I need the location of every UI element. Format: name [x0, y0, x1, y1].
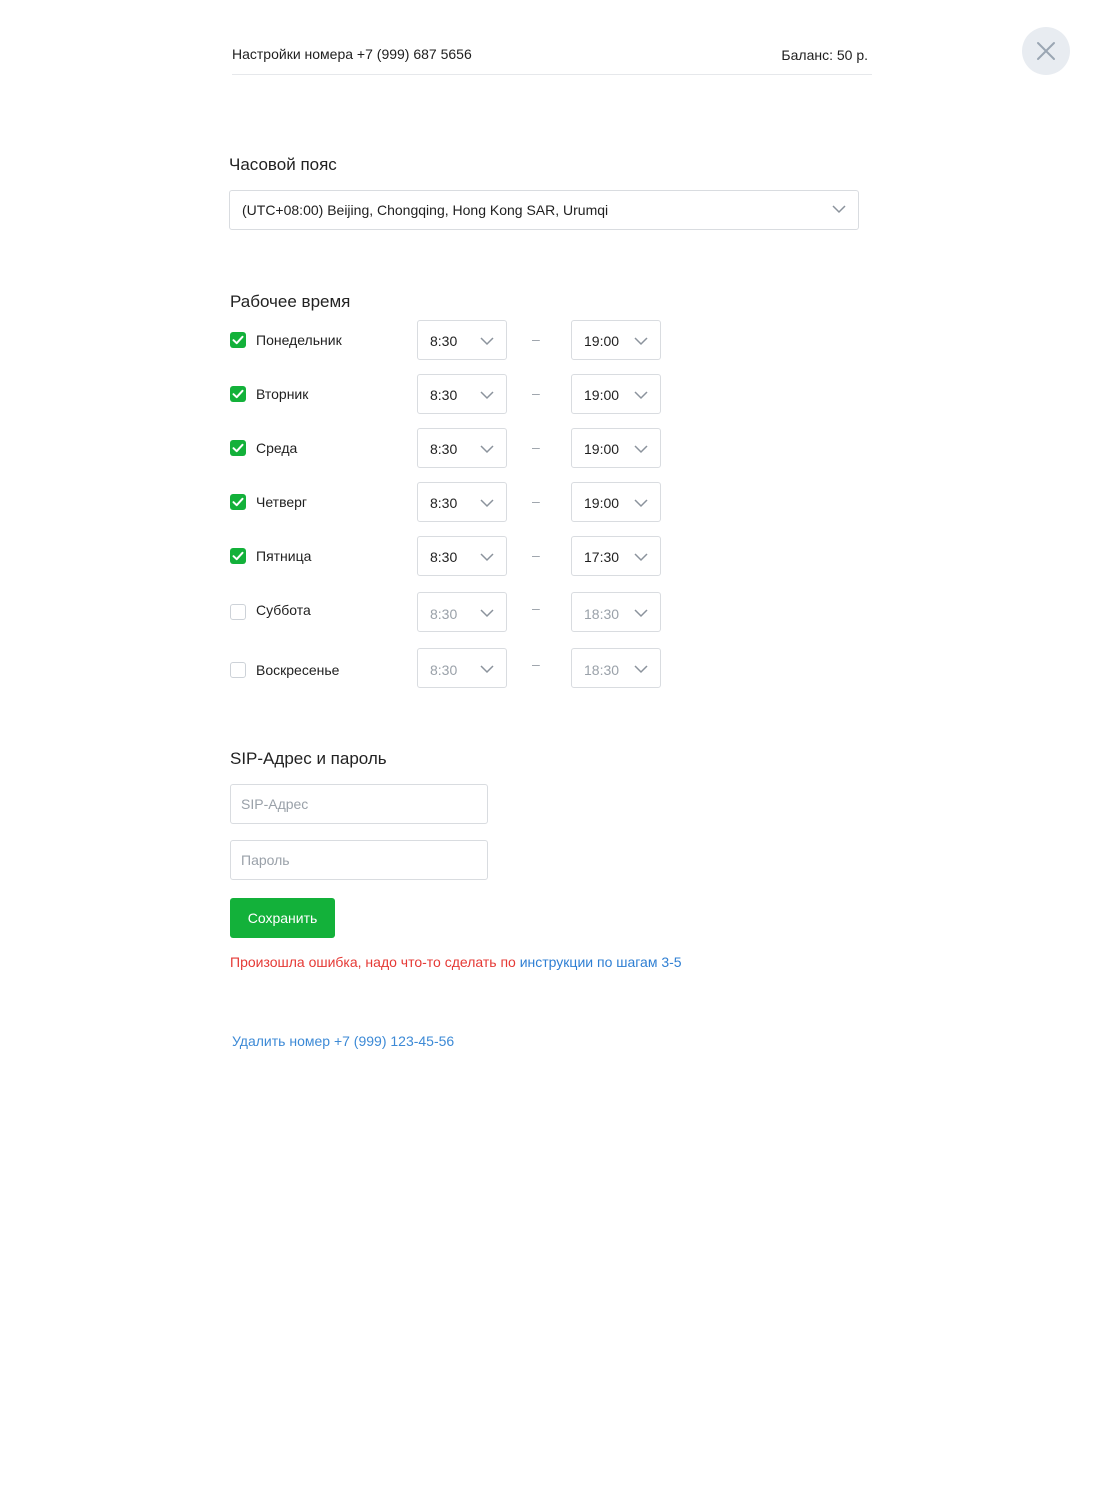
chevron-down-icon — [480, 553, 494, 562]
time-separator: – — [532, 547, 540, 563]
chevron-down-icon — [634, 391, 648, 400]
close-icon — [1037, 42, 1055, 60]
day-row: Воскресенье 8:30 – 18:30 — [230, 648, 670, 688]
time-from-select[interactable]: 8:30 — [417, 482, 507, 522]
error-text: Произошла ошибка, надо что-то сделать по — [230, 954, 520, 970]
check-icon — [232, 497, 244, 507]
sip-address-input[interactable] — [230, 784, 488, 824]
day-label: Среда — [256, 440, 298, 456]
error-message: Произошла ошибка, надо что-то сделать по… — [230, 954, 682, 970]
time-to-value: 18:30 — [584, 662, 620, 678]
sip-title: SIP-Адрес и пароль — [230, 749, 387, 768]
day-label: Воскресенье — [256, 662, 340, 678]
time-from-select[interactable]: 8:30 — [417, 592, 507, 632]
day-row: Вторник 8:30 – 19:00 — [230, 374, 670, 414]
time-to-select[interactable]: 19:00 — [571, 374, 661, 414]
time-from-select[interactable]: 8:30 — [417, 320, 507, 360]
day-label: Пятница — [256, 548, 312, 564]
time-from-select[interactable]: 8:30 — [417, 536, 507, 576]
working-hours-title: Рабочее время — [230, 292, 351, 311]
time-to-select[interactable]: 18:30 — [571, 648, 661, 688]
save-button[interactable]: Сохранить — [230, 898, 335, 938]
day-row: Понедельник 8:30 – 19:00 — [230, 320, 670, 360]
chevron-down-icon — [634, 337, 648, 346]
time-from-value: 8:30 — [430, 662, 458, 678]
password-input[interactable] — [230, 840, 488, 880]
day-checkbox[interactable] — [230, 332, 246, 348]
balance-label: Баланс: 50 р. — [781, 47, 868, 63]
day-row: Пятница 8:30 – 17:30 — [230, 536, 670, 576]
check-icon — [232, 335, 244, 345]
time-separator: – — [532, 493, 540, 509]
check-icon — [232, 389, 244, 399]
time-to-value: 19:00 — [584, 495, 620, 511]
close-button[interactable] — [1022, 27, 1070, 75]
page-title: Настройки номера +7 (999) 687 5656 — [232, 46, 472, 62]
time-to-value: 19:00 — [584, 387, 620, 403]
time-from-select[interactable]: 8:30 — [417, 648, 507, 688]
time-to-value: 19:00 — [584, 333, 620, 349]
time-from-select[interactable]: 8:30 — [417, 428, 507, 468]
time-from-value: 8:30 — [430, 495, 458, 511]
chevron-down-icon — [634, 445, 648, 454]
time-to-select[interactable]: 19:00 — [571, 428, 661, 468]
chevron-down-icon — [480, 665, 494, 674]
chevron-down-icon — [634, 609, 648, 618]
day-label: Вторник — [256, 386, 309, 402]
check-icon — [232, 551, 244, 561]
timezone-value: (UTC+08:00) Beijing, Chongqing, Hong Kon… — [242, 202, 609, 218]
day-row: Среда 8:30 – 19:00 — [230, 428, 670, 468]
time-separator: – — [532, 385, 540, 401]
day-checkbox[interactable] — [230, 548, 246, 564]
time-to-select[interactable]: 18:30 — [571, 592, 661, 632]
chevron-down-icon — [480, 609, 494, 618]
time-from-value: 8:30 — [430, 333, 458, 349]
time-separator: – — [532, 439, 540, 455]
page-header: Настройки номера +7 (999) 687 5656 Балан… — [232, 36, 872, 75]
day-label: Понедельник — [256, 332, 342, 348]
chevron-down-icon — [634, 665, 648, 674]
day-checkbox[interactable] — [230, 386, 246, 402]
instructions-link[interactable]: инструкции по шагам 3-5 — [520, 954, 682, 970]
time-to-value: 17:30 — [584, 549, 620, 565]
day-checkbox[interactable] — [230, 662, 246, 678]
time-from-value: 8:30 — [430, 387, 458, 403]
day-label: Четверг — [256, 494, 308, 510]
time-from-value: 8:30 — [430, 606, 458, 622]
chevron-down-icon — [634, 499, 648, 508]
time-to-select[interactable]: 17:30 — [571, 536, 661, 576]
day-checkbox[interactable] — [230, 494, 246, 510]
time-to-value: 19:00 — [584, 441, 620, 457]
time-to-value: 18:30 — [584, 606, 620, 622]
time-separator: – — [532, 600, 540, 616]
chevron-down-icon — [480, 391, 494, 400]
timezone-title: Часовой пояс — [229, 155, 337, 174]
time-separator: – — [532, 656, 540, 672]
time-from-value: 8:30 — [430, 441, 458, 457]
check-icon — [232, 443, 244, 453]
time-separator: – — [532, 331, 540, 347]
chevron-down-icon — [480, 337, 494, 346]
time-to-select[interactable]: 19:00 — [571, 482, 661, 522]
day-checkbox[interactable] — [230, 604, 246, 620]
chevron-down-icon — [480, 445, 494, 454]
time-from-select[interactable]: 8:30 — [417, 374, 507, 414]
day-checkbox[interactable] — [230, 440, 246, 456]
timezone-select[interactable]: (UTC+08:00) Beijing, Chongqing, Hong Kon… — [229, 190, 859, 230]
day-row: Суббота 8:30 – 18:30 — [230, 592, 670, 632]
day-label: Суббота — [256, 602, 311, 618]
time-to-select[interactable]: 19:00 — [571, 320, 661, 360]
chevron-down-icon — [480, 499, 494, 508]
chevron-down-icon — [634, 553, 648, 562]
time-from-value: 8:30 — [430, 549, 458, 565]
chevron-down-icon — [832, 205, 846, 214]
delete-number-link[interactable]: Удалить номер +7 (999) 123-45-56 — [232, 1033, 454, 1049]
day-row: Четверг 8:30 – 19:00 — [230, 482, 670, 522]
